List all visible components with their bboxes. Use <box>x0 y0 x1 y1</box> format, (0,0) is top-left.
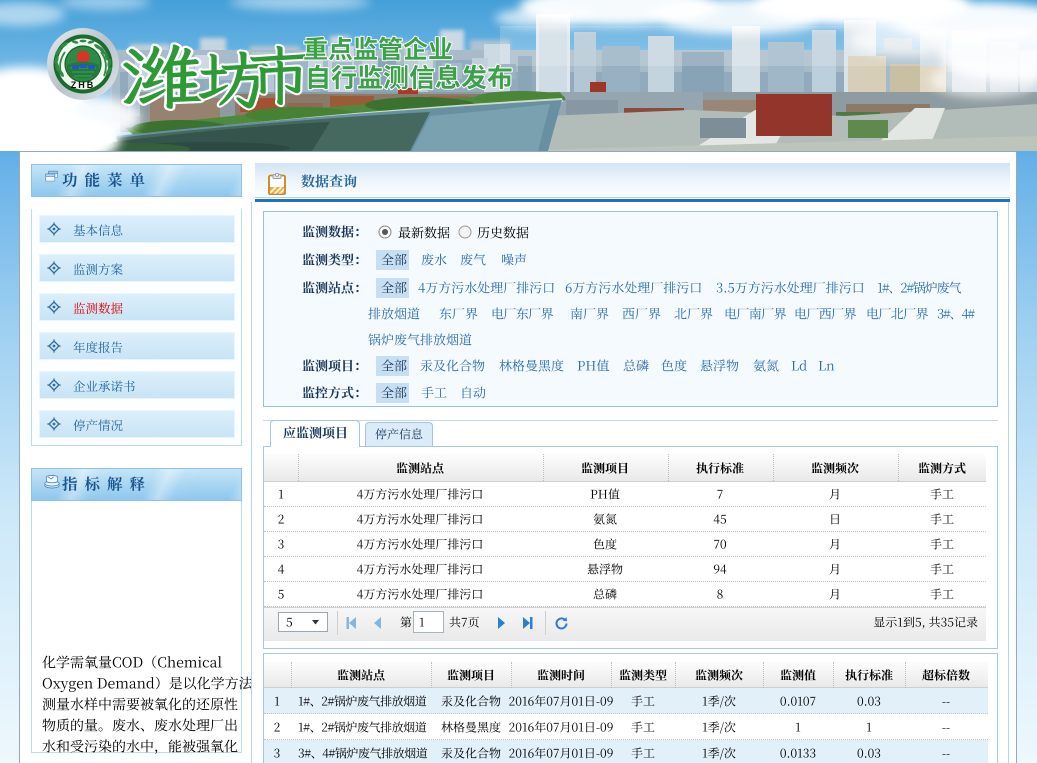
svg-text:ZHB: ZHB <box>71 80 96 90</box>
